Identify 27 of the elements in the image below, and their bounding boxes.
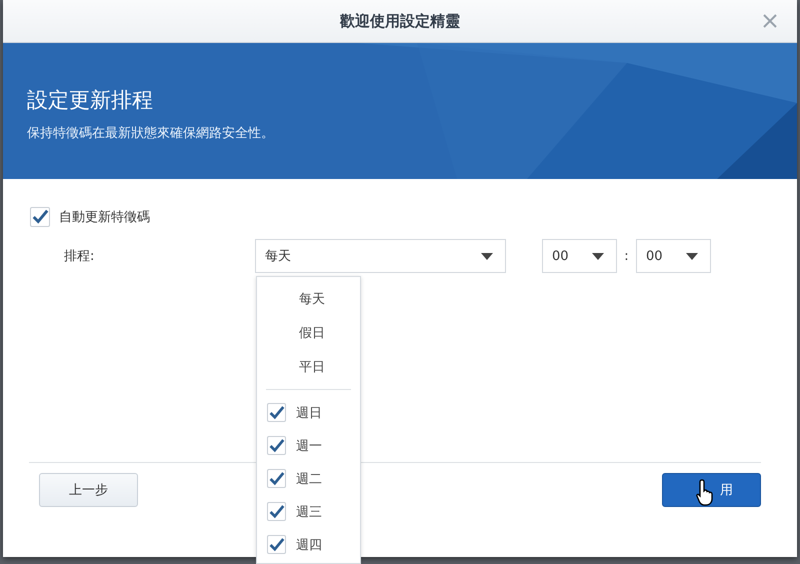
hour-dropdown[interactable]: 00: [542, 239, 617, 273]
dropdown-option[interactable]: 假日: [257, 317, 360, 351]
day-option[interactable]: 週二: [296, 470, 322, 488]
day-option[interactable]: 週一: [296, 436, 322, 454]
page-heading: 設定更新排程: [27, 87, 154, 114]
checkbox[interactable]: [267, 469, 286, 488]
checkbox[interactable]: [267, 403, 286, 422]
apply-button[interactable]: 用: [662, 473, 761, 507]
caret-icon: [481, 252, 493, 260]
checkbox[interactable]: [267, 436, 286, 455]
schedule-label: 排程:: [64, 248, 96, 265]
time-separator: :: [623, 248, 630, 264]
page-description: 保持特徵碼在最新狀態來確保網路安全性。: [27, 125, 275, 142]
checkbox[interactable]: [30, 207, 50, 227]
day-option[interactable]: 週日: [296, 404, 322, 422]
day-option[interactable]: 週三: [296, 502, 322, 520]
checkbox[interactable]: [267, 502, 286, 521]
caret-icon: [592, 252, 604, 260]
back-button[interactable]: 上一步: [39, 473, 138, 507]
day-option[interactable]: 週四: [296, 536, 322, 554]
checkbox-label: 自動更新特徵碼: [59, 209, 150, 226]
caret-icon: [686, 252, 698, 260]
dropdown-option[interactable]: 平日: [257, 351, 360, 385]
window-title: 歡迎使用設定精靈: [340, 12, 460, 30]
minute-dropdown[interactable]: 00: [636, 239, 711, 273]
dropdown-option[interactable]: 每天: [257, 283, 360, 317]
checkbox[interactable]: [267, 535, 286, 554]
